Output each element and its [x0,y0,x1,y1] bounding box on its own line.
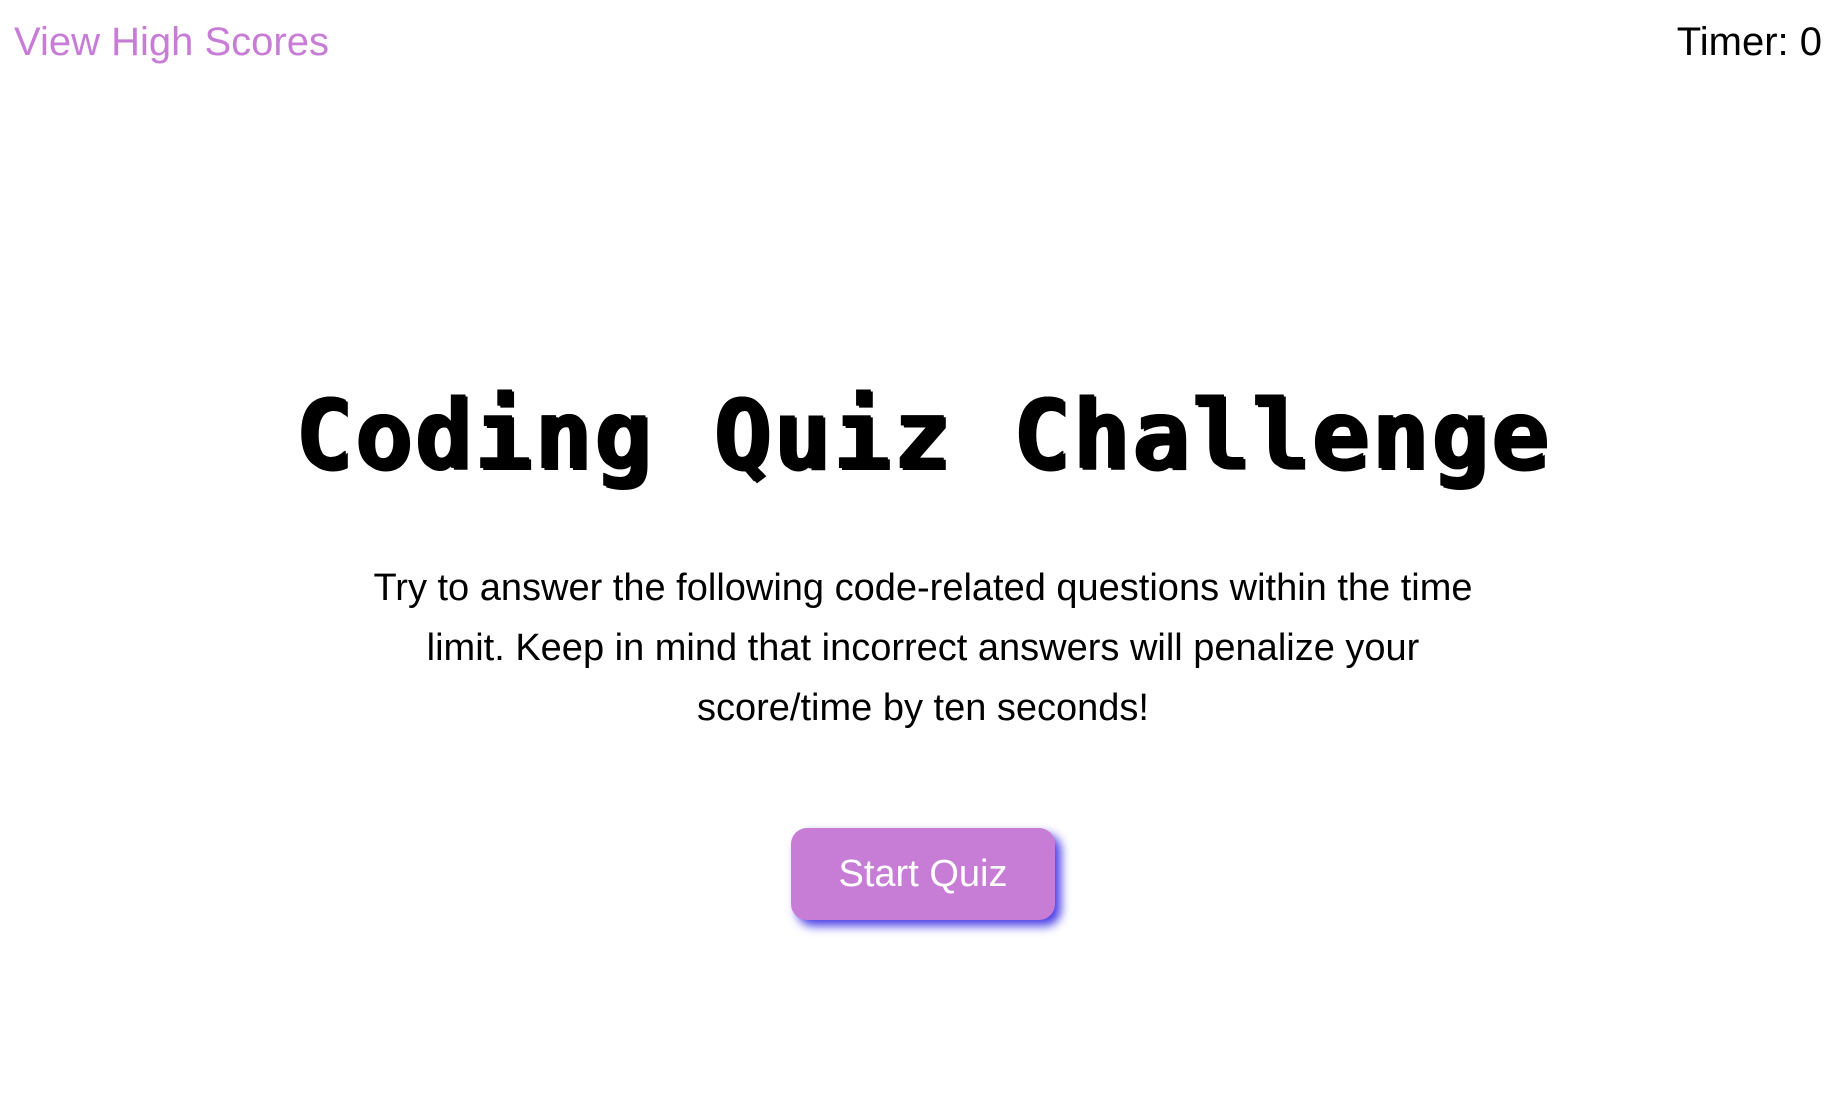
top-bar: View High Scores Timer: 0 [0,0,1846,90]
page-title: Coding Quiz Challenge [295,379,1551,491]
view-high-scores-link[interactable]: View High Scores [14,20,329,65]
quiz-intro: Coding Quiz Challenge Try to answer the … [0,380,1846,920]
timer-display: Timer: 0 [1676,20,1822,64]
start-quiz-button[interactable]: Start Quiz [791,828,1055,920]
quiz-instructions: Try to answer the following code-related… [373,567,1473,729]
